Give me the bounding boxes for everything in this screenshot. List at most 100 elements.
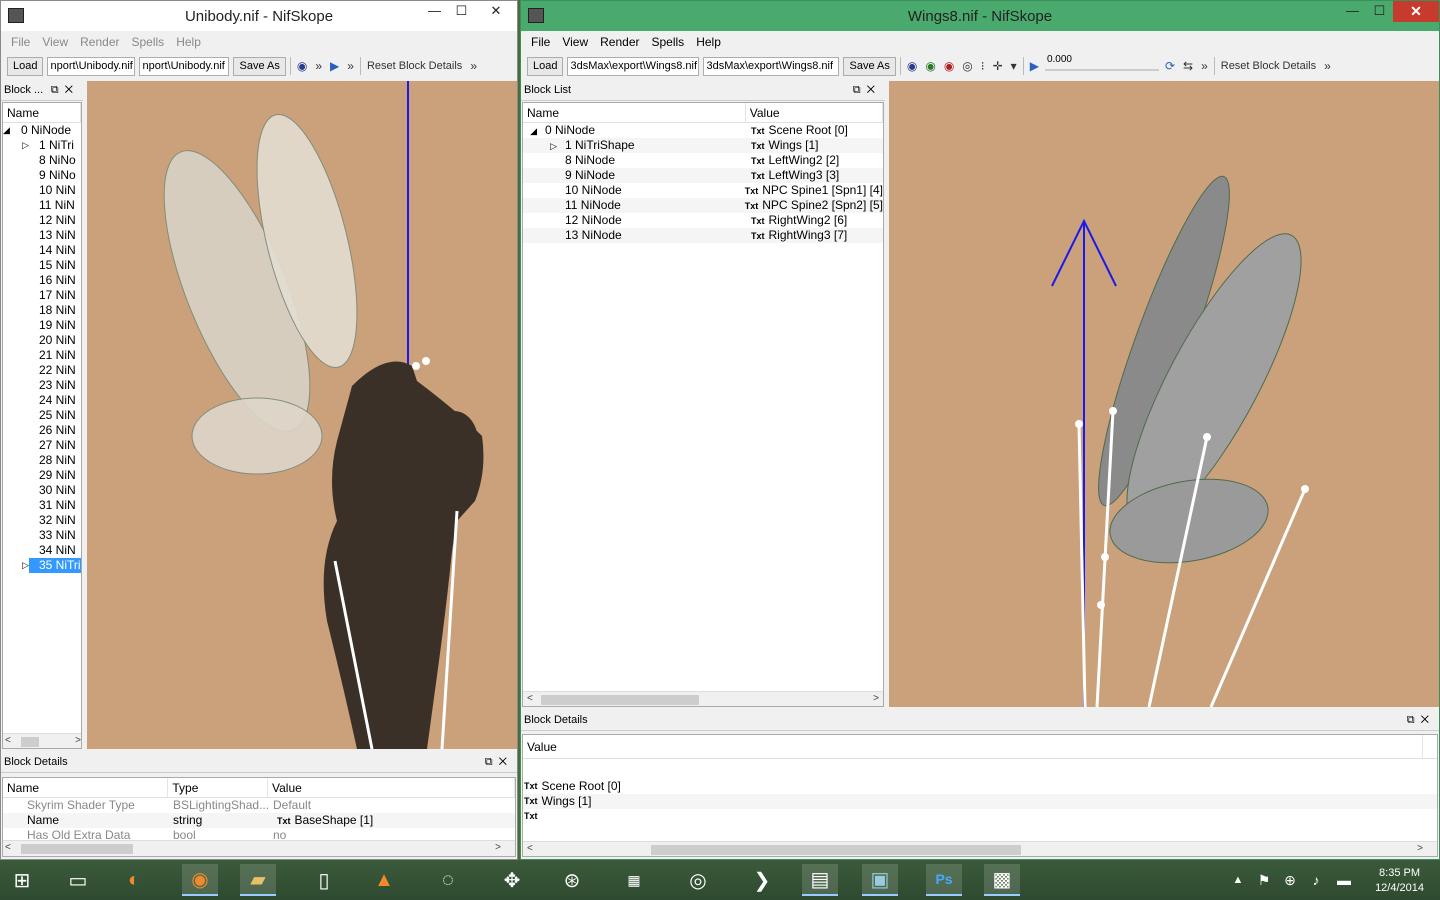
eye-icon[interactable]: ◉ <box>905 59 919 73</box>
tray-expand-icon[interactable]: ▲ <box>1228 864 1248 896</box>
collapse-icon[interactable]: ▷ <box>3 558 29 573</box>
keyboard-icon[interactable]: ▬ <box>1334 864 1354 896</box>
tree-row[interactable]: ▷ 1 NiTriShape Txt Wings [1] <box>523 138 883 153</box>
tree-row[interactable]: 10 NiN <box>3 183 81 198</box>
tree-row[interactable]: 29 NiN <box>3 468 81 483</box>
animation-time-slider[interactable]: 0.000 <box>1044 54 1159 76</box>
3d-viewport[interactable] <box>87 81 517 749</box>
menu-file[interactable]: File <box>5 35 36 49</box>
tree-row[interactable]: 28 NiN <box>3 453 81 468</box>
block-details-table[interactable]: Value Txt Scene Root [0] Txt Wings [1] Txt <… <box>522 734 1438 857</box>
tree-row[interactable]: 11 NiNode Txt NPC Spine2 [Spn2] [5] <box>523 198 883 213</box>
loop-icon[interactable]: ⟳ <box>1163 59 1177 73</box>
tree-row[interactable]: 11 NiN <box>3 198 81 213</box>
eye-wire-icon[interactable]: ◎ <box>960 59 974 73</box>
menu-help[interactable]: Help <box>170 35 207 49</box>
block-tree[interactable]: Name ◢ 0 NiNode ▷ 1 NiTri 8 NiNo 9 NiNo 10 NiN… <box>2 102 82 749</box>
title-bar[interactable]: Unibody.nif - NifSkope — ☐ ✕ <box>1 1 517 31</box>
load-path-input[interactable]: 3dsMax\export\Wings8.nif <box>567 56 700 76</box>
horizontal-scrollbar[interactable]: < > <box>3 840 515 856</box>
tree-row[interactable]: 31 NiN <box>3 498 81 513</box>
tree-row[interactable]: 17 NiN <box>3 288 81 303</box>
volume-icon[interactable]: ♪ <box>1306 864 1326 896</box>
menu-view[interactable]: View <box>556 35 594 49</box>
menu-render[interactable]: Render <box>74 35 125 49</box>
tree-row[interactable]: 16 NiN <box>3 273 81 288</box>
detail-row[interactable]: Txt Wings [1] <box>523 794 1437 809</box>
firefox-icon[interactable]: ◐ <box>116 864 152 896</box>
tree-row[interactable]: 8 NiNode Txt LeftWing2 [2] <box>523 153 883 168</box>
save-as-button[interactable]: Save As <box>843 56 896 76</box>
detail-row[interactable]: Name string Txt BaseShape [1] <box>3 813 515 828</box>
block-details-table[interactable]: Name Type Value Skyrim Shader Type BSLigh… <box>2 777 516 857</box>
flag-icon[interactable]: ⚑ <box>1254 864 1274 896</box>
load-path-input[interactable]: nport\Unibody.nif <box>47 56 136 76</box>
float-close-icons[interactable]: ⧉✕ <box>485 753 513 772</box>
tree-row[interactable]: 26 NiN <box>3 423 81 438</box>
tree-row[interactable]: 9 NiNo <box>3 168 81 183</box>
gamepad-icon[interactable]: ✥ <box>494 864 530 896</box>
tree-row[interactable]: 14 NiN <box>3 243 81 258</box>
tree-row[interactable]: 24 NiN <box>3 393 81 408</box>
dropdown-icon[interactable]: ▾ <box>1009 59 1019 73</box>
save-path-input[interactable]: 3dsMax\export\Wings8.nif <box>703 56 840 76</box>
load-button[interactable]: Load <box>7 56 44 76</box>
chat-icon[interactable]: ◌ <box>430 864 466 896</box>
tree-row[interactable]: 9 NiNode Txt LeftWing3 [3] <box>523 168 883 183</box>
title-bar[interactable]: Wings8.nif - NifSkope — ☐ ✕ <box>521 1 1439 31</box>
column-header-type[interactable]: Type <box>168 778 268 797</box>
column-header-value[interactable]: Value <box>268 778 515 797</box>
reset-block-details-button[interactable]: Reset Block Details <box>1219 60 1318 72</box>
collapse-icon[interactable]: ▷ <box>523 139 557 154</box>
tree-row[interactable]: 20 NiN <box>3 333 81 348</box>
network-icon[interactable]: ⊕ <box>1280 864 1300 896</box>
tree-row[interactable]: 19 NiN <box>3 318 81 333</box>
creation-kit-icon[interactable]: ⊛ <box>554 864 590 896</box>
switch-icon[interactable]: ⇆ <box>1181 59 1195 73</box>
horizontal-scrollbar[interactable]: < > <box>3 733 81 748</box>
horizontal-scrollbar[interactable]: < > <box>523 841 1437 856</box>
more-icon[interactable]: » <box>1199 59 1210 73</box>
load-button[interactable]: Load <box>527 56 564 76</box>
column-header-value[interactable]: Value <box>523 735 1423 758</box>
close-icon[interactable]: ✕ <box>475 1 517 22</box>
tree-row[interactable]: 23 NiN <box>3 378 81 393</box>
axes-icon[interactable]: ✛ <box>991 59 1005 73</box>
detail-row[interactable]: Txt Scene Root [0] <box>523 779 1437 794</box>
tree-row[interactable]: 30 NiN <box>3 483 81 498</box>
maximize-icon[interactable]: ☐ <box>1366 1 1393 22</box>
detail-row[interactable]: Txt <box>523 809 1437 824</box>
eye-icon[interactable]: ◉ <box>295 59 309 73</box>
close-icon[interactable]: ✕ <box>1393 1 1439 22</box>
tree-row[interactable]: 25 NiN <box>3 408 81 423</box>
tree-row[interactable]: 21 NiN <box>3 348 81 363</box>
tree-row[interactable]: ◢ 0 NiNode <box>3 123 81 138</box>
minimize-icon[interactable]: — <box>1339 1 1366 22</box>
menu-spells[interactable]: Spells <box>126 35 171 49</box>
play-icon[interactable]: ▶ <box>328 59 341 73</box>
tree-row[interactable]: 22 NiN <box>3 363 81 378</box>
minimize-icon[interactable]: — <box>421 1 448 22</box>
play-icon[interactable]: ▶ <box>1028 59 1041 73</box>
menu-spells[interactable]: Spells <box>646 35 691 49</box>
menu-file[interactable]: File <box>525 35 556 49</box>
unibody-window[interactable]: Unibody.nif - NifSkope — ☐ ✕ File View R… <box>0 0 518 860</box>
wings-window[interactable]: Wings8.nif - NifSkope — ☐ ✕ File View Re… <box>520 0 1440 860</box>
tree-row[interactable]: ▷ 1 NiTri <box>3 138 81 153</box>
menu-view[interactable]: View <box>36 35 74 49</box>
float-close-icons[interactable]: ⧉✕ <box>853 81 881 100</box>
footprints-icon[interactable]: ⁝ <box>979 59 987 73</box>
maximize-icon[interactable]: ☐ <box>448 1 475 22</box>
column-header-name[interactable]: Name <box>3 778 169 797</box>
tree-row[interactable]: 27 NiN <box>3 438 81 453</box>
save-as-button[interactable]: Save As <box>233 56 286 76</box>
desktop-icon[interactable]: ▭ <box>60 864 96 896</box>
column-header-name[interactable]: Name <box>3 103 81 122</box>
float-close-icons[interactable]: ⧉✕ <box>1407 711 1435 730</box>
eye-green-icon[interactable]: ◉ <box>923 59 937 73</box>
performance-icon[interactable]: ▤ <box>802 864 838 896</box>
vlc-icon[interactable]: ▲ <box>366 864 402 896</box>
column-header-value[interactable]: Value <box>746 103 883 122</box>
detail-row[interactable]: Skyrim Shader Type BSLightingShad... Defau… <box>3 798 515 813</box>
eye-red-icon[interactable]: ◉ <box>942 59 956 73</box>
